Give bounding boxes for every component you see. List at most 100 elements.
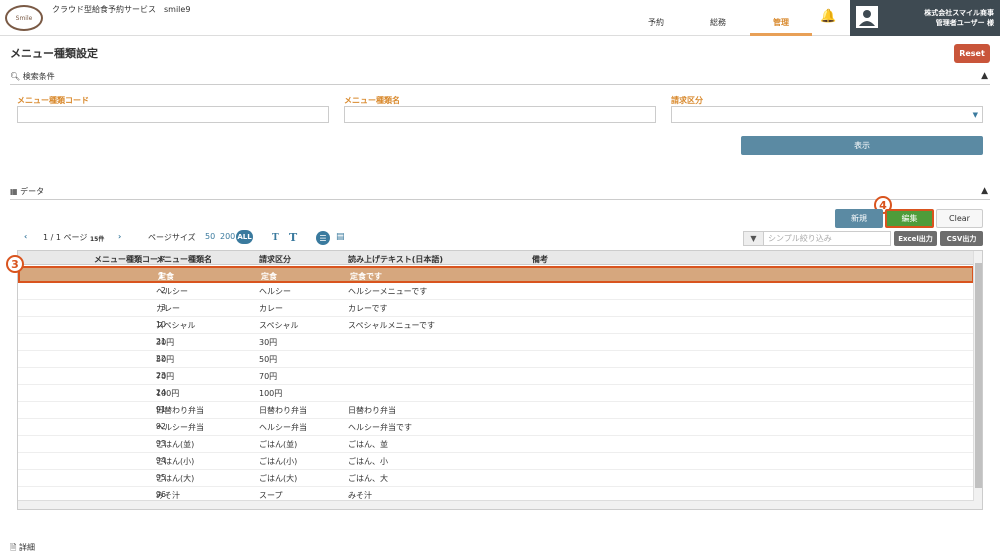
data-section-header[interactable]: ▦ データ ▲ [10,186,990,200]
list-view-icon[interactable]: ☰ [316,231,330,245]
cell-readout: ごはん、並 [348,440,388,449]
table-row[interactable]: 91 日替わり弁当 日替わり弁当 日替わり弁当 [18,402,974,419]
table-row[interactable]: 94 ごはん(小) ごはん(小) ごはん、小 [18,453,974,470]
cell-billing: ごはん(小) [259,457,298,466]
cell-name: 30円 [156,338,175,347]
font-small-icon[interactable]: T [272,233,279,243]
nav-management[interactable]: 管理 [750,17,812,36]
cell-name: ごはん(大) [156,474,195,483]
cell-name: カレー [156,304,180,313]
menu-type-name-label: メニュー種類名 [344,96,400,105]
user-icon [856,6,878,28]
font-large-icon[interactable]: T [289,231,297,244]
search-icon: 🔍︎ [10,72,21,81]
table-row[interactable]: 2 ヘルシー ヘルシー ヘルシーメニューです [18,283,974,300]
table-row[interactable]: 1 定食 定食 定食です [18,266,974,283]
search-section-title: 検索条件 [22,72,55,81]
table-row[interactable]: 92 ヘルシー弁当 ヘルシー弁当 ヘルシー弁当です [18,419,974,436]
detail-section-title: 詳細 [18,543,35,552]
chevron-down-icon: ▼ [972,111,978,119]
horizontal-scrollbar[interactable] [18,500,974,509]
search-section-header[interactable]: 🔍︎ 検索条件 ▲ [10,71,990,85]
menu-type-name-input[interactable] [344,106,656,123]
col-header-remarks[interactable]: 備考 [532,254,548,265]
bell-icon[interactable]: 🔔 [820,9,836,24]
cell-billing: 定食 [261,272,277,281]
app-title: クラウド型給食予約サービス smile9 [52,5,191,14]
table-row[interactable]: 22 50円 50円 [18,351,974,368]
cell-billing: 30円 [259,338,278,347]
cell-name: ごはん(並) [156,440,195,449]
cell-billing: スペシャル [259,321,299,330]
collapse-icon[interactable]: ▲ [981,186,988,196]
billing-category-label: 請求区分 [671,96,703,105]
data-grid: メニュー種類コード メニュー種類名 請求区分 読み上げテキスト(日本語) 備考 … [17,250,983,510]
cell-readout: スペシャルメニューです [348,321,435,330]
cell-readout: カレーです [348,304,388,313]
page-indicator: 1 / 1 ページ [43,233,88,242]
collapse-icon[interactable]: ▲ [981,71,988,81]
logo-text: Smile [15,14,33,22]
table-row[interactable]: 95 ごはん(大) ごはん(大) ごはん、大 [18,470,974,487]
cell-name: 100円 [156,389,180,398]
cell-name: ヘルシー弁当 [156,423,204,432]
cell-name: 50円 [156,355,175,364]
cell-billing: ごはん(並) [259,440,298,449]
filter-icon: ▼ [744,232,764,245]
page-size-all[interactable]: ALL [236,230,253,244]
page-size-50[interactable]: 50 [205,232,215,241]
app-logo[interactable]: Smile [5,5,43,31]
page-title: メニュー種類設定 [10,47,98,60]
cell-billing: カレー [259,304,283,313]
vertical-scrollbar[interactable] [973,251,982,509]
csv-export-button[interactable]: CSV出力 [940,231,983,246]
prev-page-icon[interactable]: ‹ [24,232,27,241]
data-section-title: データ [20,187,45,196]
table-row[interactable]: 24 100円 100円 [18,385,974,402]
cell-billing: 70円 [259,372,278,381]
filter-box[interactable]: ▼ シンプル絞り込み [743,231,891,246]
app-header: Smile クラウド型給食予約サービス smile9 予約 総務 管理 🔔 株式… [0,0,1000,36]
col-header-name[interactable]: メニュー種類名 [156,254,212,265]
cell-billing: 100円 [259,389,283,398]
detail-section-header[interactable]: 🗎 詳細 [10,542,35,556]
col-header-readout[interactable]: 読み上げテキスト(日本語) [348,254,443,265]
cell-readout: ヘルシー弁当です [348,423,412,432]
cell-name: 日替わり弁当 [156,406,204,415]
document-icon: 🗎 [10,543,17,552]
user-panel[interactable]: 株式会社スマイル商事 管理者ユーザー 様 [850,0,1000,36]
nav-general-affairs[interactable]: 総務 [696,17,740,36]
table-row[interactable]: 23 70円 70円 [18,368,974,385]
scroll-thumb[interactable] [975,263,982,488]
user-name: 管理者ユーザー 様 [935,19,994,27]
cell-name: ヘルシー [156,287,188,296]
new-button[interactable]: 新規 [835,209,883,228]
page-size-label: ページサイズ [148,233,196,242]
col-header-billing[interactable]: 請求区分 [259,254,291,265]
cell-readout: ヘルシーメニューです [348,287,428,296]
page-size-200[interactable]: 200 [220,232,235,241]
clear-button[interactable]: Clear [936,209,983,228]
cell-readout: ごはん、小 [348,457,388,466]
billing-category-select[interactable]: ▼ [671,106,983,123]
edit-button[interactable]: 編集 [885,209,934,228]
menu-type-code-input[interactable] [17,106,329,123]
filter-input[interactable]: シンプル絞り込み [768,233,832,244]
table-row[interactable]: 3 カレー カレー カレーです [18,300,974,317]
cell-name: ごはん(小) [156,457,195,466]
cell-billing: ごはん(大) [259,474,298,483]
nav-reservation[interactable]: 予約 [640,17,672,36]
show-button[interactable]: 表示 [741,136,983,155]
table-row[interactable]: 93 ごはん(並) ごはん(並) ごはん、並 [18,436,974,453]
table-icon: ▦ [10,187,18,196]
cell-readout: ごはん、大 [348,474,388,483]
callout-3: 3 [6,255,24,273]
reset-button[interactable]: Reset [954,44,990,63]
cell-name: 70円 [156,372,175,381]
excel-export-button[interactable]: Excel出力 [894,231,937,246]
grid-view-icon[interactable]: ▤ [336,232,345,242]
table-row[interactable]: 21 30円 30円 [18,334,974,351]
next-page-icon[interactable]: › [118,232,121,241]
table-row[interactable]: 10 スペシャル スペシャル スペシャルメニューです [18,317,974,334]
grid-header: メニュー種類コード メニュー種類名 請求区分 読み上げテキスト(日本語) 備考 [18,251,974,265]
